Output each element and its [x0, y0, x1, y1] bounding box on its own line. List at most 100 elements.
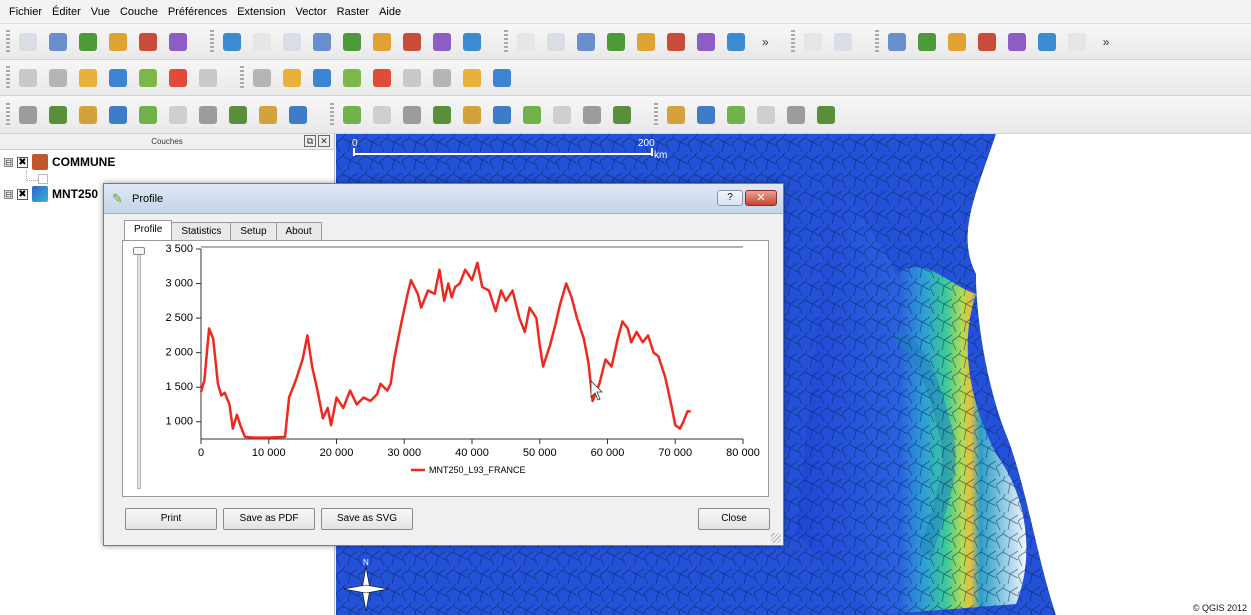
tb3-tool-icon[interactable] — [16, 103, 40, 127]
tb1-tool-icon[interactable] — [400, 30, 424, 54]
tb2-tool-icon[interactable] — [166, 66, 190, 90]
layer-visibility-checkbox[interactable]: ✖ — [17, 156, 28, 168]
tb2-tool-icon[interactable] — [250, 66, 274, 90]
tb1-tool-icon[interactable] — [430, 30, 454, 54]
tb3-tool-icon[interactable] — [196, 103, 220, 127]
tb3-tool-icon[interactable] — [46, 103, 70, 127]
layer-row-commune[interactable]: ⊟ ✖ COMMUNE — [4, 154, 115, 170]
tb3-tool-icon[interactable] — [724, 103, 748, 127]
menu-raster[interactable]: Raster — [332, 0, 374, 24]
menu-diter[interactable]: Éditer — [47, 0, 86, 24]
resize-grip[interactable] — [771, 533, 781, 543]
tb1-tool-icon[interactable] — [604, 30, 628, 54]
tb3-tool-icon[interactable] — [430, 103, 454, 127]
tb1-tool-icon[interactable] — [831, 30, 855, 54]
tb3-tool-icon[interactable] — [76, 103, 100, 127]
menu-fichier[interactable]: Fichier — [4, 0, 47, 24]
tb3-tool-icon[interactable] — [490, 103, 514, 127]
tb3-tool-icon[interactable] — [610, 103, 634, 127]
toolbar-grip[interactable] — [330, 102, 334, 127]
tb1-tool-icon[interactable] — [136, 30, 160, 54]
close-button[interactable]: Close — [698, 508, 770, 530]
expander-icon[interactable]: ⊟ — [4, 189, 13, 199]
tb3-tool-icon[interactable] — [754, 103, 778, 127]
tb3-tool-icon[interactable] — [400, 103, 424, 127]
tb1-tool-icon[interactable] — [724, 30, 748, 54]
tb1-tool-icon[interactable] — [945, 30, 969, 54]
toolbar-overflow-icon[interactable]: » — [762, 35, 769, 49]
tb1-tool-icon[interactable] — [46, 30, 70, 54]
tab-about[interactable]: About — [275, 222, 322, 240]
toolbar-grip[interactable] — [210, 29, 214, 54]
tb1-tool-icon[interactable] — [694, 30, 718, 54]
tb3-tool-icon[interactable] — [814, 103, 838, 127]
tb1-tool-icon[interactable] — [801, 30, 825, 54]
tb2-tool-icon[interactable] — [196, 66, 220, 90]
tb2-tool-icon[interactable] — [136, 66, 160, 90]
print-button[interactable]: Print — [125, 508, 217, 530]
toolbar-grip[interactable] — [6, 29, 10, 54]
toolbar-grip[interactable] — [6, 102, 10, 127]
tb2-tool-icon[interactable] — [16, 66, 40, 90]
tb2-tool-icon[interactable] — [310, 66, 334, 90]
tb1-tool-icon[interactable] — [280, 30, 304, 54]
tb1-tool-icon[interactable] — [975, 30, 999, 54]
tb2-tool-icon[interactable] — [76, 66, 100, 90]
tb2-tool-icon[interactable] — [370, 66, 394, 90]
tb2-tool-icon[interactable] — [46, 66, 70, 90]
tb3-tool-icon[interactable] — [784, 103, 808, 127]
tb1-tool-icon[interactable] — [574, 30, 598, 54]
tb1-tool-icon[interactable] — [1005, 30, 1029, 54]
tb2-tool-icon[interactable] — [106, 66, 130, 90]
tb2-tool-icon[interactable] — [280, 66, 304, 90]
tb2-tool-icon[interactable] — [400, 66, 424, 90]
tb3-tool-icon[interactable] — [226, 103, 250, 127]
window-close-button[interactable]: ✕ — [745, 190, 777, 206]
tb2-tool-icon[interactable] — [430, 66, 454, 90]
tb3-tool-icon[interactable] — [256, 103, 280, 127]
float-panel-button[interactable]: ⧉ — [304, 135, 316, 147]
tb3-tool-icon[interactable] — [580, 103, 604, 127]
tb3-tool-icon[interactable] — [136, 103, 160, 127]
tb3-tool-icon[interactable] — [106, 103, 130, 127]
tb1-tool-icon[interactable] — [250, 30, 274, 54]
menu-couche[interactable]: Couche — [115, 0, 163, 24]
tb3-tool-icon[interactable] — [166, 103, 190, 127]
save-pdf-button[interactable]: Save as PDF — [223, 508, 315, 530]
tb3-tool-icon[interactable] — [286, 103, 310, 127]
toolbar-grip[interactable] — [504, 29, 508, 54]
dialog-titlebar[interactable]: ✎ Profile ? ✕ — [104, 184, 783, 214]
toolbar-grip[interactable] — [240, 65, 244, 90]
menu-aide[interactable]: Aide — [374, 0, 406, 24]
tab-profile[interactable]: Profile — [124, 220, 173, 240]
tb3-tool-icon[interactable] — [694, 103, 718, 127]
layer-visibility-checkbox[interactable]: ✖ — [17, 188, 28, 200]
toolbar-grip[interactable] — [874, 29, 879, 54]
tb1-tool-icon[interactable] — [166, 30, 190, 54]
toolbar-grip[interactable] — [6, 65, 10, 90]
menu-vue[interactable]: Vue — [86, 0, 115, 24]
save-svg-button[interactable]: Save as SVG — [321, 508, 413, 530]
tb3-tool-icon[interactable] — [550, 103, 574, 127]
tb3-tool-icon[interactable] — [370, 103, 394, 127]
tb2-tool-icon[interactable] — [340, 66, 364, 90]
tb1-tool-icon[interactable] — [106, 30, 130, 54]
tb2-tool-icon[interactable] — [460, 66, 484, 90]
help-button[interactable]: ? — [717, 190, 743, 206]
tb1-tool-icon[interactable] — [16, 30, 40, 54]
toolbar-grip[interactable] — [790, 29, 795, 54]
expander-icon[interactable]: ⊟ — [4, 157, 13, 167]
tb1-tool-icon[interactable] — [634, 30, 658, 54]
tb1-tool-icon[interactable] — [514, 30, 538, 54]
tab-setup[interactable]: Setup — [230, 222, 277, 240]
menu-prfrences[interactable]: Préférences — [163, 0, 232, 24]
menu-extension[interactable]: Extension — [232, 0, 290, 24]
tb3-tool-icon[interactable] — [340, 103, 364, 127]
tb1-tool-icon[interactable] — [340, 30, 364, 54]
tb1-tool-icon[interactable] — [460, 30, 484, 54]
tb1-tool-icon[interactable] — [76, 30, 100, 54]
tb3-tool-icon[interactable] — [460, 103, 484, 127]
tb1-tool-icon[interactable] — [915, 30, 939, 54]
tb1-tool-icon[interactable] — [370, 30, 394, 54]
toolbar-overflow-icon[interactable]: » — [1103, 35, 1110, 49]
